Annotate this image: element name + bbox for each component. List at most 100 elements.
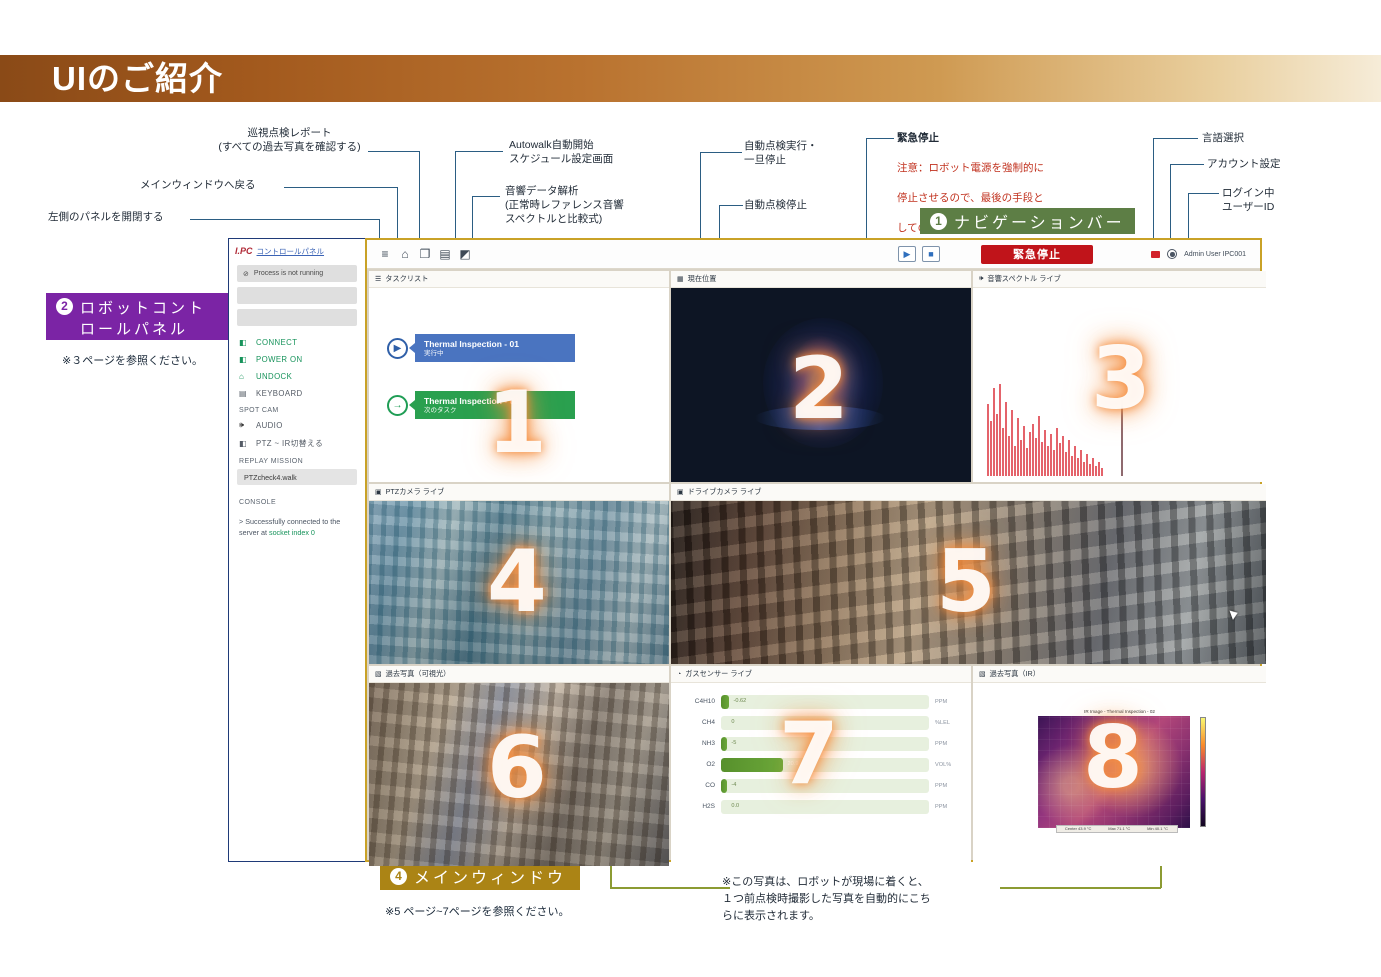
- panel-title: 現在位置: [687, 274, 717, 283]
- calendar-icon[interactable]: ▤: [435, 244, 455, 264]
- spectrum-bar: [1023, 426, 1025, 476]
- account-icon[interactable]: [1167, 249, 1178, 259]
- leader-line: [419, 151, 421, 240]
- status-placeholder-2: [237, 309, 357, 326]
- leader-line: [1170, 164, 1172, 240]
- panel-header: 🕪 音響スペクトル ライブ: [973, 271, 1266, 288]
- panel-gas-sensor: ◔ ガスセンサー ライブ C4H10 -0.62 PPM CH4 0 %LEL NH3 -5 P…: [671, 666, 971, 866]
- label-number: 2: [56, 298, 73, 315]
- task-title: Thermal Inspection - 02: [424, 395, 519, 406]
- spectrum-bar: [999, 384, 1001, 476]
- panel-body-ir-photo[interactable]: IR Image - Thermal Inspection - 02 Cente…: [973, 683, 1266, 866]
- panel-header: ▧ 過去写真（可視光）: [369, 666, 669, 683]
- callout-photo-note: ※この写真は、ロボットが現場に着くと、 １つ前点検時撮影した写真を自動的にこち …: [722, 876, 931, 922]
- spectrum-bar: [1014, 446, 1016, 476]
- spectrum-bar: [1002, 428, 1004, 476]
- leader-line: [284, 187, 398, 189]
- cp-item-keyboard[interactable]: ▤ KEYBOARD: [229, 385, 365, 402]
- label-number: 1: [930, 212, 947, 230]
- gas-sensor-row: NH3 -5 PPM: [681, 735, 961, 752]
- spectrum-bar: [1017, 418, 1019, 476]
- panel-body-ptz-feed[interactable]: 4: [369, 501, 669, 664]
- gas-sensor-track: 20.9: [721, 757, 929, 772]
- gas-sensor-fill: [721, 757, 784, 772]
- report-copy-icon[interactable]: ❐: [415, 244, 435, 264]
- navigation-bar: ≡ ⌂ ❐ ▤ ◩ ▶ ■ 緊急停止 Admin User IPC001: [367, 240, 1260, 269]
- home-icon[interactable]: ⌂: [395, 244, 415, 264]
- panel-title: 過去写真（可視光）: [385, 669, 451, 678]
- panel-current-position: ▦ 現在位置 2: [671, 271, 971, 482]
- process-status-text: Process is not running: [253, 270, 324, 277]
- gas-sensor-unit: VOL%: [935, 761, 952, 768]
- cp-item-audio[interactable]: 🕪 AUDIO: [229, 416, 365, 434]
- cp-item-label: AUDIO: [256, 420, 283, 430]
- arrow-circle-icon[interactable]: →: [387, 394, 408, 416]
- lidar-ground-plane: [755, 406, 885, 430]
- spectrum-bar: [987, 404, 989, 476]
- gas-sensor-fill: [721, 736, 728, 751]
- gas-sensor-value: -4: [731, 781, 737, 788]
- status-placeholder-1: [237, 287, 357, 304]
- main-window-note: ※5 ページ~7ページを参照ください。: [385, 906, 570, 918]
- leader-line-olive: [1000, 887, 1161, 889]
- gas-sensor-value: 20.9: [787, 760, 799, 767]
- gas-sensor-value: 0.0: [731, 802, 740, 809]
- leader-line-olive: [610, 887, 730, 889]
- panel-body-past-photo[interactable]: 6: [369, 683, 669, 866]
- cp-item-power-on[interactable]: ◧ POWER ON: [229, 351, 365, 368]
- panel-header: ▧ 過去写真（IR）: [973, 666, 1266, 683]
- panel-body-lidar-map[interactable]: 2: [671, 288, 971, 482]
- gas-sensor-unit: PPM: [935, 698, 948, 705]
- ir-stat-min: Min 40.1 °C: [1147, 826, 1169, 831]
- panel-header: ▣ PTZカメラ ライブ: [369, 484, 669, 501]
- spectrum-bar: [1062, 436, 1064, 476]
- toggle-icon: ◧: [239, 338, 247, 347]
- emergency-stop-button[interactable]: 緊急停止: [981, 244, 1093, 264]
- gas-sensor-unit: PPM: [935, 782, 948, 789]
- callout-estop-title: 緊急停止: [897, 132, 939, 144]
- cp-item-undock[interactable]: ⌂ UNDOCK: [229, 368, 365, 385]
- cp-item-connect[interactable]: ◧ CONNECT: [229, 334, 365, 351]
- panel-acoustic-spectrum: 🕪 音響スペクトル ライブ 3: [973, 271, 1266, 482]
- spectrum-icon[interactable]: ◩: [455, 244, 475, 264]
- replay-mission-file[interactable]: PTZcheck4.walk: [237, 469, 357, 485]
- play-button[interactable]: ▶: [898, 246, 916, 262]
- spectrum-bar: [993, 388, 995, 476]
- spectrum-bar: [1029, 432, 1031, 476]
- task-bar-next[interactable]: Thermal Inspection - 02 次のタスク: [409, 391, 575, 419]
- speaker-icon: 🕪: [239, 420, 245, 429]
- cp-item-label: CONNECT: [256, 338, 298, 347]
- process-status-box: ⊘ Process is not running: [237, 265, 357, 282]
- camera-icon: ▣: [375, 489, 382, 496]
- task-row[interactable]: ▶ Thermal Inspection - 01 実行中: [369, 326, 669, 362]
- task-bar-running[interactable]: Thermal Inspection - 01 実行中: [409, 334, 575, 362]
- home-icon: ⌂: [239, 372, 245, 381]
- task-row[interactable]: → Thermal Inspection - 02 次のタスク: [369, 383, 669, 419]
- panel-title: PTZカメラ ライブ: [385, 487, 445, 496]
- spectrum-bar: [1065, 452, 1067, 476]
- callout-acoustic-analysis: 音響データ解析 (正常時レファレンス音響 スペクトルと比較式): [505, 185, 624, 225]
- panel-body-spectrum-chart[interactable]: 3: [973, 288, 1266, 482]
- gas-sensor-fill: [721, 778, 728, 793]
- label-robot-control-panel: 2 ロボットコント ロールパネル: [46, 293, 256, 340]
- label-main-window: 4 メインウィンドウ: [380, 862, 580, 890]
- panel-body-gas-readouts[interactable]: C4H10 -0.62 PPM CH4 0 %LEL NH3 -5 PPM O2 20.9 VOL% C…: [671, 683, 971, 866]
- gauge-icon: ◔: [677, 670, 682, 678]
- image-icon: ▧: [375, 671, 382, 678]
- language-flag-icon[interactable]: [1151, 250, 1161, 258]
- stop-button[interactable]: ■: [922, 246, 940, 262]
- cp-item-label: KEYBOARD: [256, 389, 303, 398]
- spectrum-bar: [990, 421, 992, 476]
- hamburger-icon[interactable]: ≡: [375, 244, 395, 264]
- callout-auto-inspect-stop: 自動点検停止: [744, 199, 807, 211]
- play-circle-icon[interactable]: ▶: [387, 337, 408, 359]
- gas-sensor-row: O2 20.9 VOL%: [681, 756, 961, 773]
- leader-line: [379, 219, 381, 240]
- panel-body: ▶ Thermal Inspection - 01 実行中 → Thermal …: [369, 288, 669, 482]
- leader-line: [866, 138, 894, 140]
- panel-body-drive-feed[interactable]: 5: [671, 501, 1266, 664]
- spectrum-bar: [996, 414, 998, 476]
- spectrum-bar: [1092, 458, 1094, 476]
- cp-item-ptz-ir-toggle[interactable]: ◧ PTZ ~ IR切替える: [229, 434, 365, 453]
- cp-item-label: PTZ ~ IR切替える: [256, 439, 324, 448]
